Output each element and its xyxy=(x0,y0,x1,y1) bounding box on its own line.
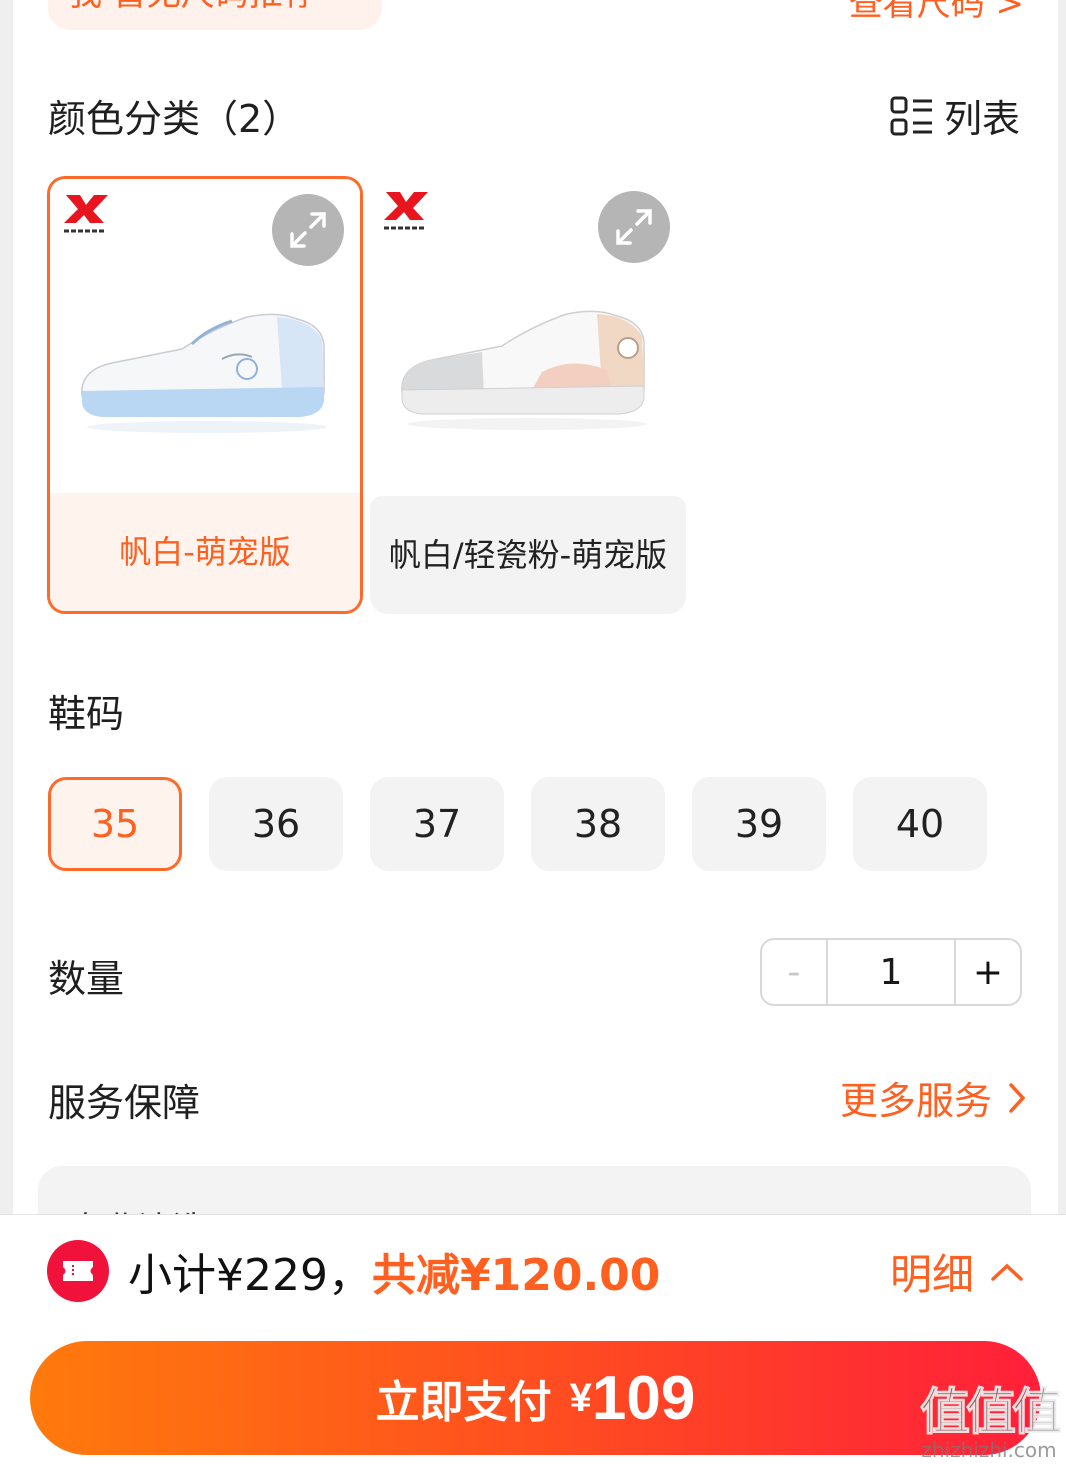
pay-now-button[interactable]: 立即支付 ¥ 109 xyxy=(30,1341,1041,1455)
more-services-link[interactable]: 更多服务 xyxy=(840,1070,1026,1125)
size-recommendation-pill[interactable]: 我 暂无尺码推荐 xyxy=(48,0,382,30)
detail-label: 明细 xyxy=(889,1250,974,1299)
more-services-label: 更多服务 xyxy=(839,1079,992,1123)
pay-amount: 109 xyxy=(591,1363,696,1433)
chevron-right-icon xyxy=(1009,1082,1026,1113)
color-option-fanbai[interactable]: 帆白-萌宠版 xyxy=(47,176,363,614)
chevron-up-icon xyxy=(991,1263,1023,1281)
coupon-icon xyxy=(47,1240,109,1302)
color-option-label: 帆白-萌宠版 xyxy=(50,493,360,611)
discount-text: 共减¥120.00 xyxy=(372,1250,661,1301)
view-size-link[interactable]: 查看尺码 > xyxy=(849,0,1024,30)
price-detail-toggle[interactable]: 明细 xyxy=(890,1241,1024,1302)
quantity-stepper: - 1 + xyxy=(760,938,1022,1006)
color-option-image xyxy=(370,176,686,496)
quantity-value[interactable]: 1 xyxy=(828,940,954,1004)
expand-icon xyxy=(616,209,652,245)
watermark-domain: zhizhizhi.com xyxy=(921,1438,1057,1462)
service-section-title: 服务保障 xyxy=(48,1081,201,1125)
list-icon xyxy=(890,96,932,135)
pay-label: 立即支付 xyxy=(375,1378,552,1427)
subtotal-text: 小计¥229， xyxy=(128,1250,372,1301)
list-toggle-label: 列表 xyxy=(943,97,1020,141)
size-option-35[interactable]: 35 xyxy=(48,777,182,871)
size-option-37[interactable]: 37 xyxy=(370,777,504,871)
color-option-image xyxy=(50,179,360,499)
color-section-title: 颜色分类（2） xyxy=(48,97,301,141)
expand-image-button[interactable] xyxy=(598,191,670,263)
size-option-38[interactable]: 38 xyxy=(531,777,665,871)
size-options: 35 36 37 38 39 40 xyxy=(48,777,1014,871)
xtep-logo-icon xyxy=(384,192,428,230)
size-option-36[interactable]: 36 xyxy=(209,777,343,871)
size-recommendation-text: 我 暂无尺码推荐 xyxy=(68,0,317,15)
list-view-toggle[interactable]: 列表 xyxy=(890,88,1020,143)
watermark-logo: 值值值 xyxy=(920,1383,1063,1441)
decrease-button[interactable]: - xyxy=(762,940,828,1004)
watermark: 值值值 zhizhizhi.com xyxy=(920,1383,1063,1462)
pay-currency: ¥ xyxy=(569,1375,592,1420)
shoe-image-blue xyxy=(81,313,327,433)
size-option-40[interactable]: 40 xyxy=(853,777,987,871)
size-section-title: 鞋码 xyxy=(48,692,125,736)
expand-icon xyxy=(290,212,326,248)
color-option-label: 帆白/轻瓷粉-萌宠版 xyxy=(370,496,686,614)
xtep-logo-icon xyxy=(62,195,108,235)
shoe-image-pink xyxy=(401,310,647,430)
expand-image-button[interactable] xyxy=(272,194,344,266)
size-option-39[interactable]: 39 xyxy=(692,777,826,871)
increase-button[interactable]: + xyxy=(954,940,1020,1004)
quantity-section-title: 数量 xyxy=(48,957,125,1001)
color-option-fanbai-pink[interactable]: 帆白/轻瓷粉-萌宠版 xyxy=(370,176,686,614)
